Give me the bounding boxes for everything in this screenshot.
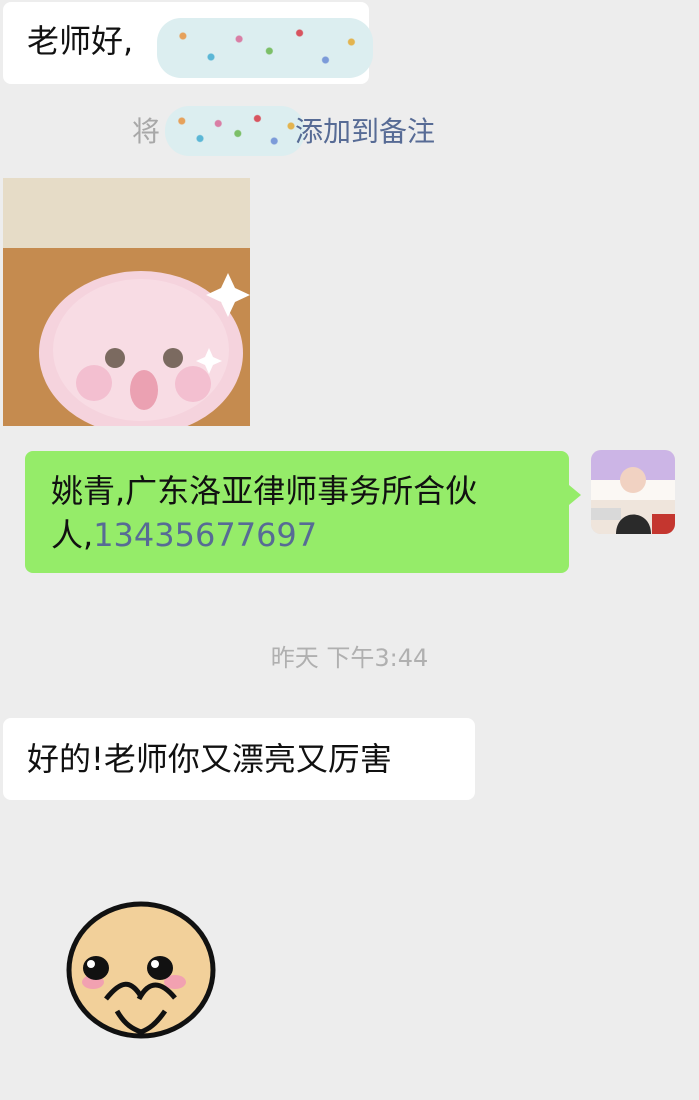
sent-message-intro[interactable]: 姚青,广东洛亚律师事务所合伙人,13435677697 bbox=[25, 451, 569, 573]
remark-prefix: 将 bbox=[132, 115, 161, 148]
sent-bubble-tail bbox=[569, 485, 581, 505]
shy-face-sticker-icon bbox=[66, 901, 216, 1039]
user-avatar[interactable] bbox=[591, 450, 675, 534]
timestamp: 昨天 下午3:44 bbox=[270, 644, 429, 672]
shy-face-sticker-icon[interactable] bbox=[53, 900, 233, 1050]
received-message-greeting[interactable]: 老师好, bbox=[3, 2, 373, 84]
pig-sticker-icon[interactable] bbox=[3, 178, 250, 426]
avatar-image-icon bbox=[591, 450, 675, 534]
remark-suggestion[interactable]: 将 添加到备注 bbox=[132, 106, 452, 156]
received-message-reply[interactable]: 好的!老师你又漂亮又厉害 bbox=[3, 718, 475, 800]
reply-text: 好的!老师你又漂亮又厉害 bbox=[27, 740, 392, 778]
greeting-text: 老师好, bbox=[27, 22, 134, 60]
obscured-name bbox=[157, 18, 373, 78]
pink-pig-sticker-icon bbox=[3, 178, 250, 426]
obscured-remark-name bbox=[165, 106, 305, 156]
phone-number-link[interactable]: 13435677697 bbox=[93, 516, 317, 554]
remark-action[interactable]: 添加到备注 bbox=[295, 116, 435, 148]
